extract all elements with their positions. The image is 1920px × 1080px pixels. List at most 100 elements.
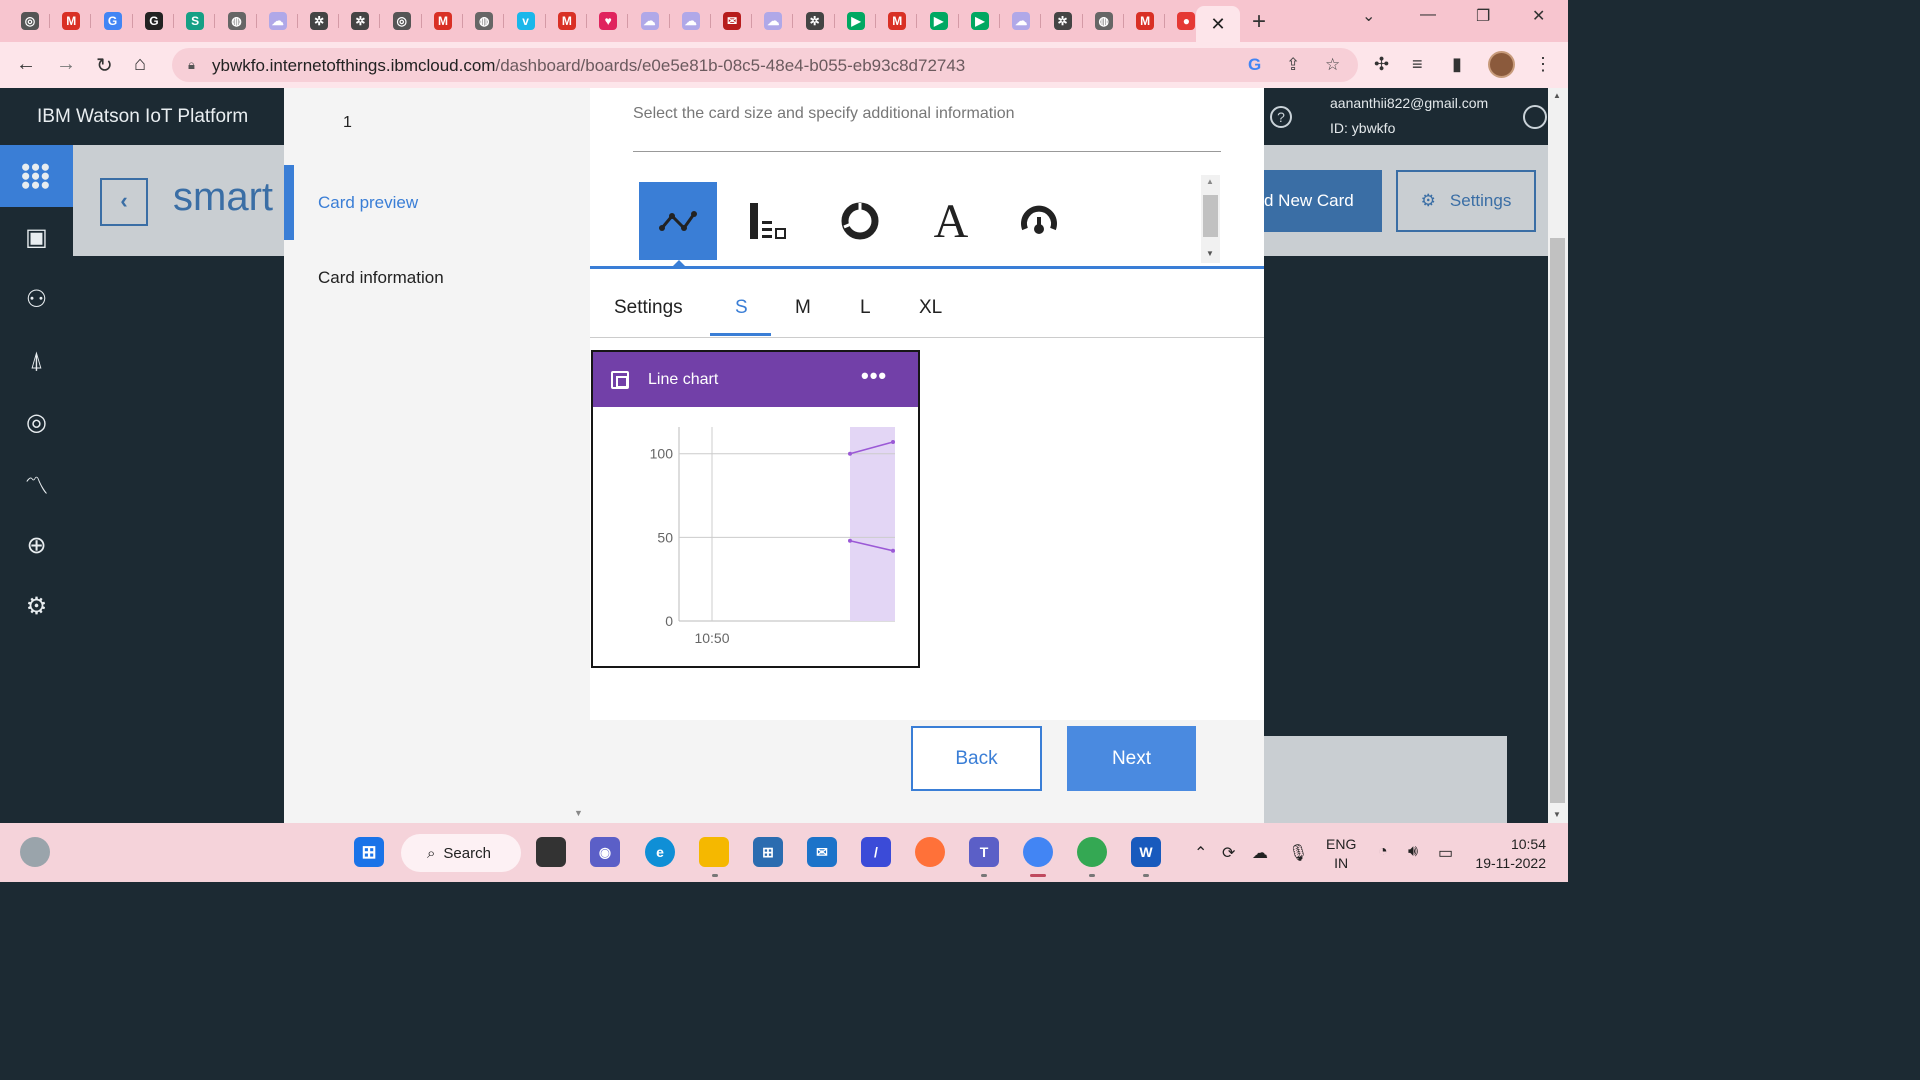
home-icon[interactable]: ⌂ [134, 53, 146, 76]
teams-icon[interactable]: T [969, 837, 999, 867]
card-type-bar-chart[interactable] [729, 182, 807, 260]
scroll-thumb[interactable] [1203, 195, 1218, 237]
browser-tab[interactable]: ☁ [630, 6, 670, 36]
active-tab[interactable]: ✕ [1196, 6, 1240, 42]
more-options-icon[interactable]: ••• [861, 363, 887, 389]
browser-tab[interactable]: v [506, 6, 546, 36]
sidebar-item-rules-lock[interactable]: ⊕ [0, 514, 73, 576]
share-icon[interactable]: ⇪ [1286, 55, 1300, 75]
browser-tab[interactable]: ✲ [1043, 6, 1083, 36]
board-back-button[interactable]: ‹ [100, 178, 148, 226]
firefox-icon[interactable] [915, 837, 945, 867]
board-settings-button[interactable]: ⚙ Settings [1396, 170, 1536, 232]
browser-tab[interactable]: ◍ [1084, 6, 1124, 36]
browser-tab[interactable]: M [1125, 6, 1166, 36]
help-icon[interactable]: ? [1270, 106, 1292, 128]
file-explorer-icon[interactable] [699, 837, 729, 867]
wifi-icon[interactable]: ◔ [1378, 843, 1388, 861]
browser-tab[interactable]: M [423, 6, 463, 36]
page-scrollbar[interactable]: ▲ ▼ [1548, 88, 1568, 823]
browser-tab[interactable]: ✲ [299, 6, 340, 36]
clock[interactable]: 10:54 19-11-2022 [1474, 835, 1546, 873]
browser-tab[interactable]: S [175, 6, 216, 36]
browser-tab[interactable]: M [547, 6, 587, 36]
user-profile-icon[interactable] [1523, 105, 1547, 129]
sync-icon[interactable]: ⟳ [1222, 843, 1235, 863]
next-button[interactable]: Next [1067, 726, 1196, 791]
browser-tab[interactable]: ✉ [712, 6, 753, 36]
scroll-up-arrow[interactable]: ▲ [1553, 91, 1561, 100]
tab-search-icon[interactable]: ⌄ [1362, 6, 1375, 26]
browser-tab[interactable]: M [51, 6, 92, 36]
word-icon[interactable]: W [1131, 837, 1161, 867]
scroll-down-arrow[interactable]: ▼ [1553, 810, 1561, 819]
browser-tab[interactable]: ☁ [258, 6, 298, 36]
browser-tab[interactable]: ◎ [10, 6, 50, 36]
card-type-text[interactable]: A [912, 182, 990, 260]
browser-tab[interactable]: G [134, 6, 174, 36]
sidebar-item-settings[interactable]: ⚙ [0, 576, 73, 638]
browser-tab[interactable]: ▶ [836, 6, 876, 36]
browser-tab[interactable]: ✲ [795, 6, 835, 36]
chat-icon[interactable]: ◉ [590, 837, 620, 867]
browser-tab[interactable]: ☁ [671, 6, 711, 36]
sidebar-item-apps[interactable]: ⍋ [0, 330, 73, 392]
card-type-line-chart[interactable] [639, 182, 717, 260]
sidebar-item-security-fingerprint[interactable]: ◎ [0, 391, 73, 453]
chrome-profile-icon[interactable] [1077, 837, 1107, 867]
sidebar-item-members[interactable]: ⚇ [0, 268, 73, 330]
microphone-icon[interactable]: 🎙︎ [1288, 843, 1308, 863]
step-card-preview[interactable]: Card preview [318, 193, 418, 213]
browser-tab[interactable]: ✲ [340, 6, 381, 36]
chrome-icon[interactable] [1023, 837, 1053, 867]
media-icon[interactable]: ≡ [1412, 54, 1423, 75]
scroll-up-arrow[interactable]: ▲ [1206, 177, 1214, 186]
taskbar-search[interactable]: ⌕ Search [401, 834, 521, 872]
card-type-gauge[interactable] [1000, 182, 1078, 260]
browser-tab[interactable]: ◍ [217, 6, 257, 36]
side-panel-icon[interactable]: ▮ [1452, 54, 1462, 75]
card-type-donut-chart[interactable] [821, 182, 899, 260]
weather-icon[interactable] [20, 837, 50, 867]
forward-arrow-icon[interactable]: → [56, 53, 76, 76]
close-tab-icon[interactable]: ✕ [1210, 14, 1225, 35]
tab-size-l[interactable]: L [860, 297, 871, 319]
chevron-up-icon[interactable]: ⌃ [1194, 843, 1207, 863]
scroll-thumb[interactable] [1550, 238, 1565, 803]
extensions-icon[interactable]: ✣ [1374, 54, 1389, 75]
task-view-icon[interactable] [536, 837, 566, 867]
scroll-down-arrow[interactable]: ▼ [574, 808, 583, 818]
step-card-information[interactable]: Card information [318, 268, 444, 288]
sidebar-item-usage[interactable]: 〽 [0, 453, 73, 515]
lock-icon[interactable]: 🔒︎ [188, 57, 195, 73]
back-arrow-icon[interactable]: ← [16, 53, 36, 76]
tab-size-xl[interactable]: XL [919, 297, 942, 319]
url-field[interactable]: 🔒︎ ybwkfo.internetofthings.ibmcloud.com/… [172, 48, 1358, 82]
new-tab-button[interactable]: + [1252, 8, 1266, 36]
input-language[interactable]: ENG IN [1326, 835, 1356, 873]
browser-tab[interactable]: ☁ [753, 6, 794, 36]
google-lens-icon[interactable]: G [1248, 55, 1261, 75]
browser-tab[interactable]: ▶ [960, 6, 1000, 36]
browser-tab[interactable]: ◎ [382, 6, 422, 36]
tab-size-s[interactable]: S [735, 297, 748, 319]
restore-icon[interactable]: ❐ [1476, 6, 1490, 26]
browser-tab[interactable]: G [93, 6, 133, 36]
browser-tab[interactable]: ▶ [919, 6, 959, 36]
edge-icon[interactable]: e [645, 837, 675, 867]
bookmark-star-icon[interactable]: ☆ [1325, 55, 1340, 75]
onedrive-icon[interactable]: ☁ [1252, 843, 1268, 863]
sidebar-item-devices[interactable]: ▣ [0, 207, 73, 269]
card-type-scrollbar[interactable]: ▲ ▼ [1201, 175, 1220, 263]
volume-icon[interactable]: 🔊︎ [1408, 843, 1418, 861]
scroll-down-arrow[interactable]: ▼ [1206, 249, 1214, 258]
tab-settings[interactable]: Settings [614, 297, 683, 319]
menu-icon[interactable]: ⋮ [1534, 54, 1552, 75]
sidebar-item-apps-grid[interactable]: ⬤⬤⬤ ⬤⬤⬤ ⬤⬤⬤ [0, 145, 73, 207]
app-icon[interactable]: / [861, 837, 891, 867]
browser-tab[interactable]: ♥ [588, 6, 629, 36]
add-new-card-button[interactable]: d New Card [1264, 170, 1382, 232]
browser-tab[interactable]: ◍ [464, 6, 505, 36]
reload-icon[interactable]: ↻ [96, 53, 113, 78]
browser-tab[interactable]: M [877, 6, 918, 36]
